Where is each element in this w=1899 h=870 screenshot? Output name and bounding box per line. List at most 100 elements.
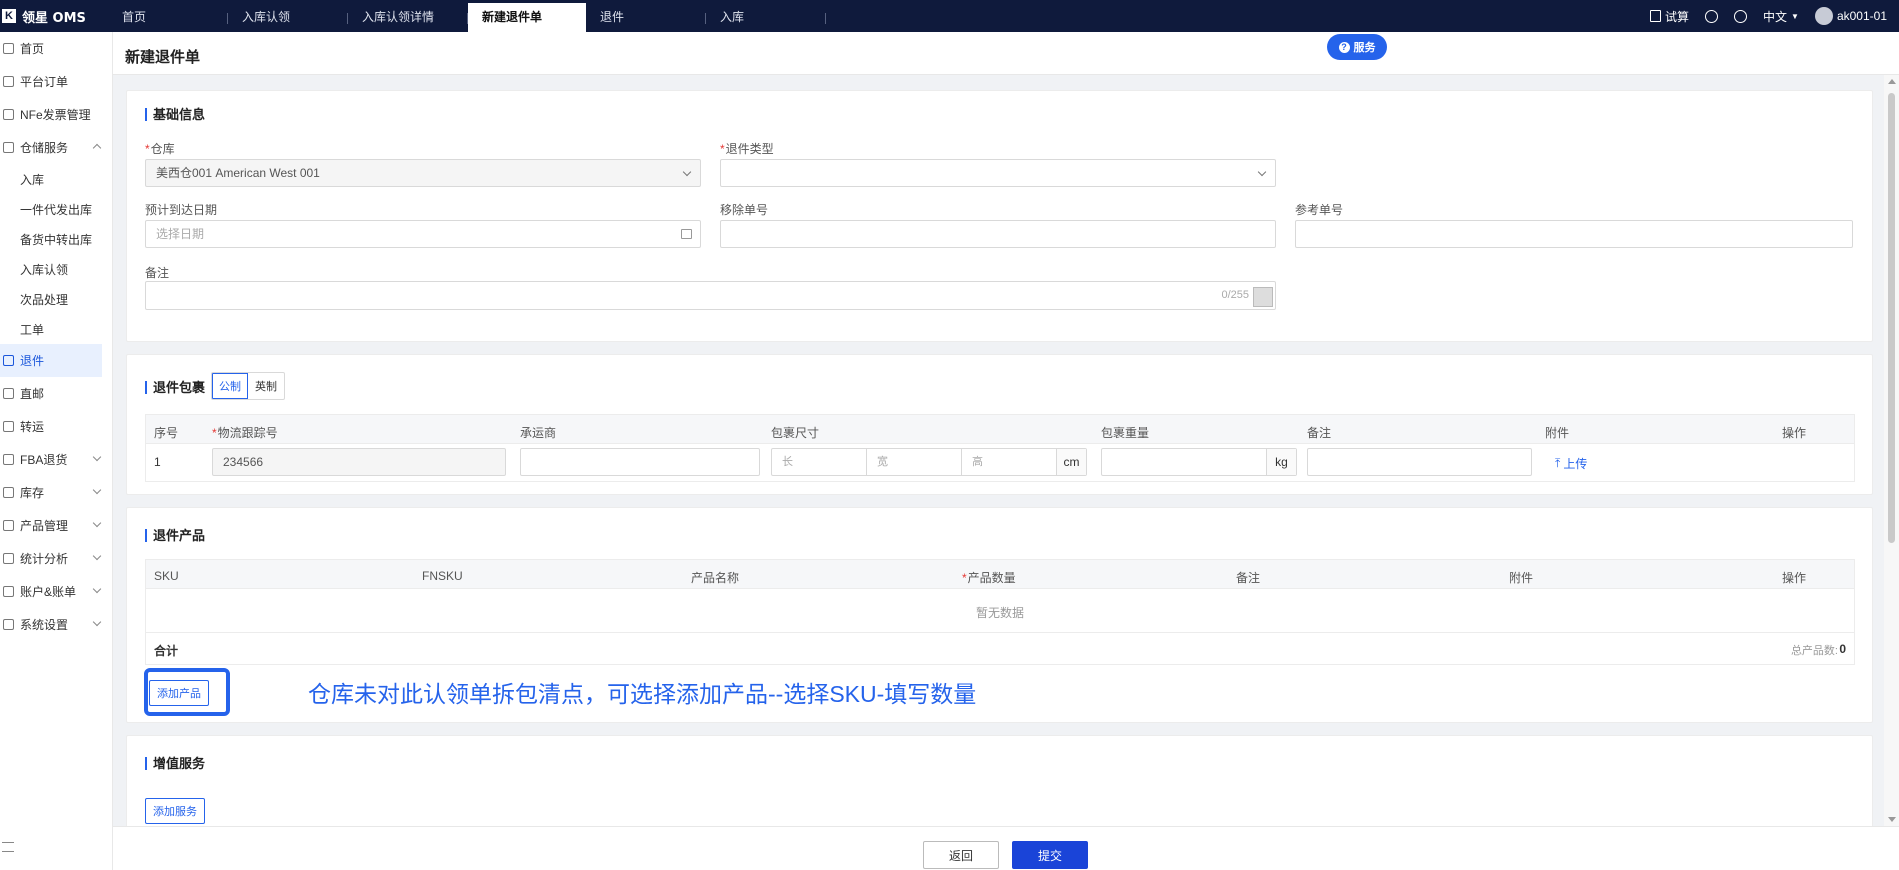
empty-state-text: 暂无数据 [976,606,1025,620]
order-icon [3,76,14,87]
add-service-button[interactable]: 添加服务 [145,798,205,824]
sidebar-item-label: 入库 [20,172,45,187]
tab-inbound-claim[interactable]: 入库认领 [228,3,348,32]
return-type-label: *退件类型 [720,140,774,157]
return-products-card: 退件产品 SKU FNSKU 产品名称 *产品数量 备注 附件 操作 暂无数据 … [126,507,1873,723]
page-header: 新建退件单 ? 服务 [113,32,1899,75]
scroll-down-icon[interactable] [1888,817,1896,822]
column-header: 操作 [1782,426,1807,440]
upload-button[interactable]: ⤒ 上传 [1555,455,1587,472]
tab-new-return-order[interactable]: 新建退件单 [468,3,586,32]
top-bar: K 领星 OMS 首页 入库认领 入库认领详情 新建退件单 退件 入库 试算 中… [0,0,1899,32]
tab-returns[interactable]: 退件 [586,3,706,32]
tab-inbound[interactable]: 入库 [706,3,826,32]
sidebar-item-product-management[interactable]: 产品管理 [0,509,112,542]
fba-icon [3,454,14,465]
column-header: 操作 [1782,571,1807,585]
help-icon: ? [1338,41,1350,53]
form-footer: 返回 提交 [113,826,1899,870]
width-input[interactable]: 宽 [867,449,962,475]
sidebar-item-inbound-claim[interactable]: 入库认领 [0,254,112,284]
add-product-button[interactable]: 添加产品 [149,680,209,706]
tab-home[interactable]: 首页 [108,3,228,32]
scrollbar-thumb[interactable] [1888,93,1895,543]
column-header: 承运商 [520,426,557,440]
sidebar-item-home[interactable]: 首页 [0,32,112,65]
section-title-return-package: 退件包裹 [145,381,205,394]
service-button-label: 服务 [1353,42,1376,54]
sidebar-item-warehouse-services[interactable]: 仓储服务 [0,131,112,164]
back-button[interactable]: 返回 [923,841,999,869]
package-remark-input[interactable] [1307,448,1532,476]
unit-metric-button[interactable]: 公制 [212,373,248,399]
resize-handle-icon[interactable] [1253,287,1273,307]
column-header: FNSKU [422,569,463,583]
sidebar-item-transfer-outbound[interactable]: 备货中转出库 [0,224,112,254]
dimension-unit: cm [1057,449,1086,475]
settings-button[interactable] [1734,9,1748,23]
sidebar-item-label: 退件 [20,354,45,368]
calculator-icon [1650,10,1661,22]
height-input[interactable]: 高 [962,449,1057,475]
sidebar-item-system-settings[interactable]: 系统设置 [0,608,112,641]
account-icon [3,586,14,597]
sidebar-item-transfer[interactable]: 转运 [0,410,112,443]
sidebar-item-fba-returns[interactable]: FBA退货 [0,443,112,476]
column-header: 序号 [154,426,179,440]
app-name: 领星 OMS [22,10,86,26]
chevron-down-icon [1257,167,1267,177]
column-header: *产品数量 [962,569,1016,586]
remark-textarea[interactable]: 0/255 [145,281,1276,310]
upload-icon: ⤒ [1555,456,1561,470]
chart-icon [3,553,14,564]
app-logo[interactable]: K 领星 OMS [0,0,108,32]
sidebar-item-returns[interactable]: 退件 [0,344,102,377]
value-added-services-card: 增值服务 添加服务 [126,735,1873,830]
warehouse-value: 美西仓001 American West 001 [156,166,320,180]
unit-imperial-button[interactable]: 英制 [248,373,284,399]
trial-calc-button[interactable]: 试算 [1650,8,1689,25]
sidebar-item-defects[interactable]: 次品处理 [0,284,112,314]
chevron-down-icon [92,452,102,462]
warehouse-label: *仓库 [145,140,175,157]
basic-info-card: 基础信息 *仓库 美西仓001 American West 001 *退件类型 … [126,90,1873,342]
sidebar-item-nfe-invoice[interactable]: NFe发票管理 [0,98,112,131]
sidebar-item-platform-orders[interactable]: 平台订单 [0,65,112,98]
scroll-up-icon[interactable] [1888,79,1896,84]
column-header: 附件 [1509,571,1534,585]
sidebar-item-inbound[interactable]: 入库 [0,164,112,194]
reference-number-input[interactable] [1295,220,1853,248]
annotation-text: 仓库未对此认领单拆包清点，可选择添加产品--选择SKU-填写数量 [308,681,977,707]
carrier-input[interactable] [520,448,760,476]
submit-button[interactable]: 提交 [1012,841,1088,869]
collapse-sidebar-icon[interactable] [2,842,14,852]
column-header: 备注 [1236,571,1261,585]
download-button[interactable] [1705,9,1719,23]
sidebar-item-label: 备货中转出库 [20,232,93,247]
return-type-select[interactable] [720,159,1276,187]
sidebar-item-inventory[interactable]: 库存 [0,476,112,509]
user-menu[interactable]: ak001-01 [1814,7,1887,25]
sidebar-item-label: 一件代发出库 [20,202,93,217]
transfer-icon [3,421,14,432]
eta-date-picker[interactable]: 选择日期 [145,220,701,248]
warehouse-select[interactable]: 美西仓001 American West 001 [145,159,701,187]
settings-icon [3,619,14,630]
sidebar-item-work-order[interactable]: 工单 [0,314,112,344]
removal-number-input[interactable] [720,220,1276,248]
tracking-number-input[interactable]: 234566 [212,448,506,476]
sidebar-item-label: 首页 [20,42,45,56]
service-button[interactable]: ? 服务 [1327,34,1387,60]
sidebar-item-dropship-outbound[interactable]: 一件代发出库 [0,194,112,224]
sidebar-item-direct-mail[interactable]: 直邮 [0,377,112,410]
weight-input[interactable] [1102,449,1267,475]
vertical-scrollbar[interactable] [1884,75,1899,826]
sidebar-item-label: 直邮 [20,387,45,401]
empty-row: 暂无数据 [145,589,1855,633]
sidebar-item-account-billing[interactable]: 账户&账单 [0,575,112,608]
warehouse-label-text: 仓库 [150,142,175,156]
length-input[interactable]: 长 [772,449,867,475]
language-selector[interactable]: 中文 ▼ [1763,8,1799,25]
tab-inbound-claim-detail[interactable]: 入库认领详情 [348,3,468,32]
sidebar-item-statistics[interactable]: 统计分析 [0,542,112,575]
